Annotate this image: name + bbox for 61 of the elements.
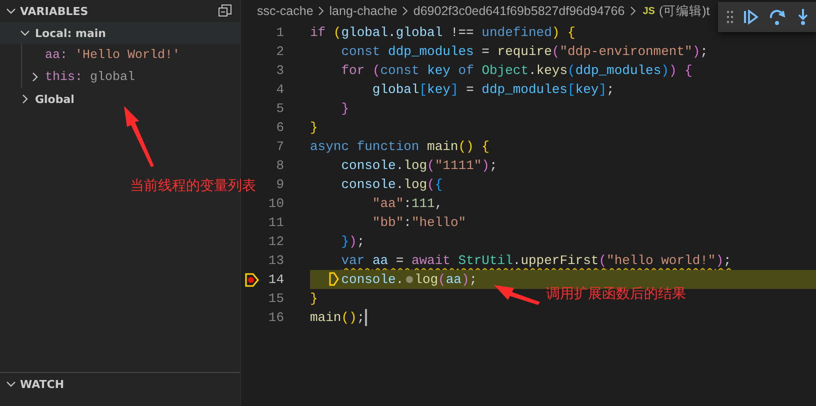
code-text: async function main() { <box>310 139 490 154</box>
line-number: 9 <box>275 177 284 192</box>
breadcrumb-item[interactable]: (可编辑)t <box>658 2 710 20</box>
line-number: 10 <box>267 196 284 211</box>
line-number: 13 <box>267 253 284 268</box>
inline-breakpoint-icon[interactable] <box>406 276 413 283</box>
code-text: console. <box>341 272 404 287</box>
code-text: } <box>310 120 318 135</box>
code-text: main(); <box>310 310 365 325</box>
line-number: 14 <box>267 272 284 287</box>
line-number: 2 <box>275 44 284 59</box>
code-text: "bb":"hello" <box>372 215 466 230</box>
chevron-right-icon <box>317 6 326 16</box>
line-number: 12 <box>267 234 284 249</box>
code-text: var aa = await StrUtil.upperFirst("hello world!"); <box>341 253 732 268</box>
chevron-right-icon[interactable] <box>30 72 40 82</box>
code-text: if (global.global !== undefined) { <box>310 25 576 40</box>
line-number: 5 <box>275 101 284 116</box>
code-text: global[key] = ddp_modules[key]; <box>372 82 614 97</box>
line-number: 6 <box>275 120 284 135</box>
variable-item[interactable]: aa: 'Hello World!' <box>45 48 180 62</box>
code-text: } <box>341 101 350 116</box>
code-text: for (const key of Object.keys(ddp_modules)) { <box>341 63 692 78</box>
code-text: const ddp_modules = require("ddp-environment"); <box>341 44 708 59</box>
chevron-right-icon <box>401 6 410 16</box>
line-number: 15 <box>267 291 284 306</box>
chevron-down-icon[interactable] <box>6 6 16 16</box>
continue-button[interactable] <box>742 8 760 26</box>
code-text: console.log("1111"); <box>341 158 498 173</box>
breadcrumb-item[interactable]: lang-chache <box>329 4 398 18</box>
chevron-down-icon[interactable] <box>6 379 16 389</box>
file-type-icon: JS <box>642 6 655 16</box>
line-number: 11 <box>267 215 284 230</box>
scope-item[interactable]: Local: main <box>0 22 240 44</box>
section-title[interactable]: VARIABLES <box>20 4 88 18</box>
annotation-text: 当前线程的变量列表 <box>130 177 256 195</box>
step-over-button[interactable] <box>768 8 786 26</box>
annotation-text: 调用扩展函数后的结果 <box>546 285 686 303</box>
chevron-down-icon[interactable] <box>20 28 30 38</box>
code-text: log(aa); <box>414 272 478 287</box>
section-title[interactable]: WATCH <box>20 378 64 390</box>
stack-frame-icon <box>329 272 340 286</box>
line-number: 1 <box>275 25 284 40</box>
line-number: 8 <box>275 158 284 173</box>
breadcrumb-item[interactable]: d6902f3c0ed641f69b5827df96d94766 <box>413 4 625 18</box>
line-number: 3 <box>275 63 284 78</box>
code-text: }); <box>341 234 365 249</box>
line-number: 4 <box>275 82 284 97</box>
line-number: 16 <box>267 310 284 325</box>
scope-item[interactable]: Global <box>0 88 240 110</box>
variable-item[interactable]: this: global <box>45 70 136 84</box>
breadcrumb-item[interactable]: ssc-cache <box>257 4 314 18</box>
collapse-all-icon[interactable] <box>218 4 232 18</box>
code-text: } <box>310 291 318 306</box>
chevron-right-icon[interactable] <box>20 94 30 104</box>
code-text: console.log({ <box>341 177 443 192</box>
breakpoint-icon[interactable] <box>244 272 258 286</box>
drag-handle-icon[interactable] <box>726 10 734 24</box>
chevron-right-icon <box>628 6 637 16</box>
line-number: 7 <box>275 139 284 154</box>
code-text: "aa":111, <box>372 196 443 211</box>
